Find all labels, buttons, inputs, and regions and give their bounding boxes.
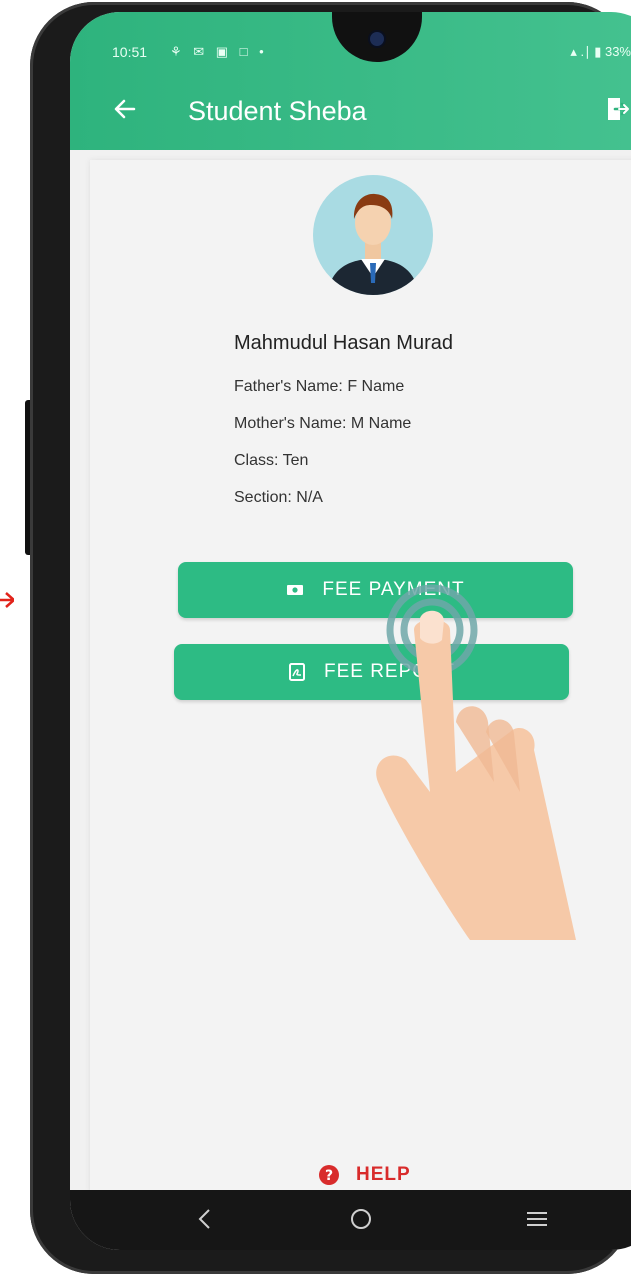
svg-text:?: ?: [325, 1168, 333, 1184]
avatar: [313, 175, 433, 295]
nav-home-icon[interactable]: [350, 1208, 372, 1230]
father-name: Father's Name: F Name: [234, 378, 405, 395]
system-nav-bar: [70, 1190, 631, 1250]
phone-frame: 10:51 ⚘ ✉ ▣ □ • ▴ .∣ ▮ 33% Student Sheba: [30, 2, 631, 1274]
pointer-arrow-icon: [0, 592, 14, 608]
app-bar: 10:51 ⚘ ✉ ▣ □ • ▴ .∣ ▮ 33% Student Sheba: [70, 12, 631, 150]
logout-icon[interactable]: [605, 96, 631, 122]
nav-recents-icon[interactable]: [525, 1210, 549, 1228]
help-link[interactable]: ? HELP: [318, 1164, 411, 1186]
camera-notch: [332, 12, 422, 62]
student-name: Mahmudul Hasan Murad: [234, 332, 453, 354]
phone-screen: 10:51 ⚘ ✉ ▣ □ • ▴ .∣ ▮ 33% Student Sheba: [70, 12, 631, 1250]
help-label: HELP: [356, 1164, 411, 1185]
mother-name: Mother's Name: M Name: [234, 415, 412, 432]
status-notification-icons: ⚘ ✉ ▣ □ •: [170, 44, 268, 59]
front-camera: [370, 32, 384, 46]
nav-back-icon[interactable]: [195, 1208, 215, 1230]
money-icon: [287, 585, 304, 595]
app-title: Student Sheba: [188, 96, 367, 126]
tap-hand-icon: [376, 584, 576, 940]
pdf-file-icon: [288, 663, 305, 681]
status-signal-battery: ▴ .∣ ▮ 33%: [570, 44, 631, 59]
arrow-left-icon[interactable]: [112, 96, 138, 122]
question-circle-icon: ?: [319, 1165, 339, 1185]
section-info: Section: N/A: [234, 489, 323, 506]
status-time: 10:51: [112, 44, 148, 60]
class-info: Class: Ten: [234, 452, 309, 469]
